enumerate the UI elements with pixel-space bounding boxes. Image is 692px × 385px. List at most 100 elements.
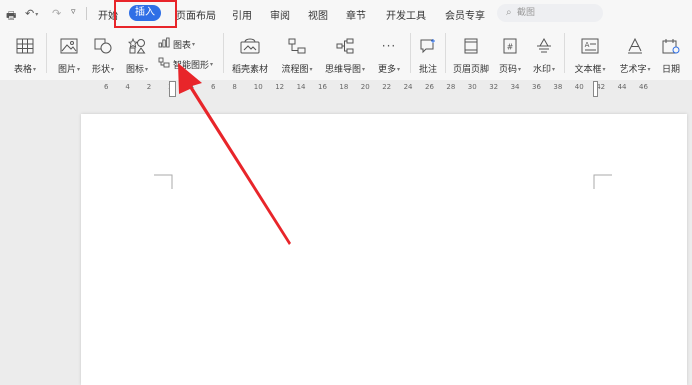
ruler-tick-label: 8 <box>232 83 237 91</box>
redo-icon[interactable]: ↷ <box>52 7 61 20</box>
mindmap-button[interactable]: 思维导图▾ <box>321 35 369 75</box>
stock-material-label: 稻壳素材 <box>231 65 268 75</box>
menu-divider <box>86 7 87 20</box>
tab-references[interactable]: 引用 <box>232 7 252 22</box>
chevron-down-icon: ▾ <box>518 66 522 73</box>
chevron-down-icon: ▾ <box>145 66 149 73</box>
ruler-tick-label: 28 <box>446 83 456 91</box>
icon-button[interactable]: 图标▾ <box>120 35 154 75</box>
ruler-indent-marker[interactable] <box>169 81 176 97</box>
tab-chapter[interactable]: 章节 <box>346 7 366 22</box>
customize-quick-access-icon[interactable]: ▿ <box>71 7 76 17</box>
more-dots-icon: ··· <box>381 39 397 53</box>
picture-button[interactable]: 图片▾ <box>52 35 86 75</box>
chart-label: 图表 <box>173 40 192 51</box>
tab-member[interactable]: 会员专享 <box>445 7 485 22</box>
ruler-tick-label: 20 <box>360 83 370 91</box>
flowchart-button[interactable]: 流程图▾ <box>276 35 318 75</box>
search-placeholder: 截图 <box>517 8 536 18</box>
ruler-tick-label: 22 <box>382 83 392 91</box>
chevron-down-icon: ▾ <box>77 66 81 73</box>
textbox-icon: A <box>570 35 610 57</box>
tab-view[interactable]: 视图 <box>308 7 328 22</box>
margin-corner-marks <box>154 174 612 189</box>
ruler-tick-label: 2 <box>146 83 152 91</box>
ruler-tick-label: 44 <box>617 83 627 91</box>
shape-label: 形状 <box>91 65 110 75</box>
svg-text:#: # <box>507 43 514 52</box>
ruler-tick-label: 16 <box>318 83 327 91</box>
document-page[interactable] <box>81 114 687 385</box>
wordart-label: 艺术字 <box>619 65 647 75</box>
date-button[interactable]: 日期 <box>658 35 684 75</box>
icon-label: 图标 <box>125 65 144 75</box>
date-label: 日期 <box>661 65 680 75</box>
ruler-tick-label: 46 <box>639 83 648 91</box>
header-footer-button[interactable]: 页眉页脚 <box>450 35 492 75</box>
watermark-button[interactable]: 水印▾ <box>528 35 560 75</box>
chart-icon <box>158 37 170 51</box>
chevron-down-icon: ▾ <box>210 60 214 68</box>
header-footer-icon <box>450 35 492 57</box>
ribbon-divider <box>46 33 47 73</box>
more-label: 更多 <box>377 65 396 75</box>
wordart-button[interactable]: 艺术字▾ <box>614 35 656 75</box>
tab-insert[interactable]: 插入 <box>129 5 161 21</box>
watermark-label: 水印 <box>532 65 551 75</box>
ruler-tick-label: 30 <box>467 83 477 91</box>
menu-bar: 🖶 ↶▾ ↷ ▿ 开始 插入 页面布局 引用 审阅 视图 章节 开发工具 会员专… <box>0 0 692 28</box>
chart-button[interactable]: 图表 ▾ <box>158 37 195 51</box>
header-footer-label: 页眉页脚 <box>452 65 489 75</box>
print-preview-icon[interactable]: 🖶 <box>6 7 16 26</box>
page-number-icon: # <box>494 35 526 57</box>
ruler-tick-label: 4 <box>125 83 130 91</box>
picture-label: 图片 <box>57 65 76 75</box>
table-icon <box>8 35 42 57</box>
chevron-down-icon: ▾ <box>397 66 401 73</box>
watermark-icon <box>528 35 560 57</box>
calendar-icon <box>658 35 684 57</box>
search-box[interactable]: ⌕ 截图 <box>497 4 603 22</box>
undo-icon[interactable]: ↶▾ <box>25 7 38 20</box>
ruler-tick-label: 36 <box>532 83 541 91</box>
tab-review[interactable]: 审阅 <box>270 7 290 22</box>
flowchart-label: 流程图 <box>281 65 309 75</box>
ruler-tick-label: 6 <box>104 83 109 91</box>
stock-material-button[interactable]: 稻壳素材 <box>229 35 271 75</box>
chevron-down-icon: ▾ <box>602 66 606 73</box>
ruler-tick-label: 32 <box>489 83 499 91</box>
svg-text:A: A <box>585 41 590 49</box>
ruler-tick-label: 12 <box>275 83 285 91</box>
chevron-down-icon: ▾ <box>111 66 115 73</box>
comment-button[interactable]: 批注 <box>414 35 442 75</box>
tab-developer[interactable]: 开发工具 <box>386 7 426 22</box>
ruler-tick-label: 10 <box>253 83 263 91</box>
smart-art-button[interactable]: 智能图形 ▾ <box>158 57 213 71</box>
ribbon-divider <box>223 33 224 73</box>
tab-page-layout[interactable]: 页面布局 <box>176 7 216 22</box>
horizontal-ruler: 6422468101214161820222426283032343638404… <box>0 80 692 97</box>
ruler-tick-label: 38 <box>553 83 563 91</box>
mindmap-icon <box>321 35 369 57</box>
chevron-down-icon: ▾ <box>33 66 37 73</box>
smart-art-icon <box>158 57 170 71</box>
textbox-label: 文本框 <box>574 65 602 75</box>
picture-icon <box>52 35 86 57</box>
stock-material-icon <box>229 35 271 57</box>
more-button[interactable]: ··· 更多▾ <box>372 35 406 75</box>
table-button[interactable]: 表格▾ <box>8 35 42 75</box>
chevron-down-icon: ▾ <box>552 66 556 73</box>
page-number-label: 页码 <box>498 65 517 75</box>
tab-home[interactable]: 开始 <box>98 7 118 22</box>
ribbon-divider <box>410 33 411 73</box>
page-number-button[interactable]: # 页码▾ <box>494 35 526 75</box>
textbox-button[interactable]: A 文本框▾ <box>570 35 610 75</box>
ruler-tick-label: 24 <box>403 83 413 91</box>
ruler-right-indent-marker[interactable] <box>593 81 598 97</box>
comment-icon <box>414 35 442 57</box>
ruler-tick-label: 34 <box>510 83 520 91</box>
table-label: 表格 <box>13 65 32 75</box>
chevron-down-icon: ▾ <box>362 66 366 73</box>
shape-button[interactable]: 形状▾ <box>86 35 120 75</box>
ribbon-divider <box>564 33 565 73</box>
